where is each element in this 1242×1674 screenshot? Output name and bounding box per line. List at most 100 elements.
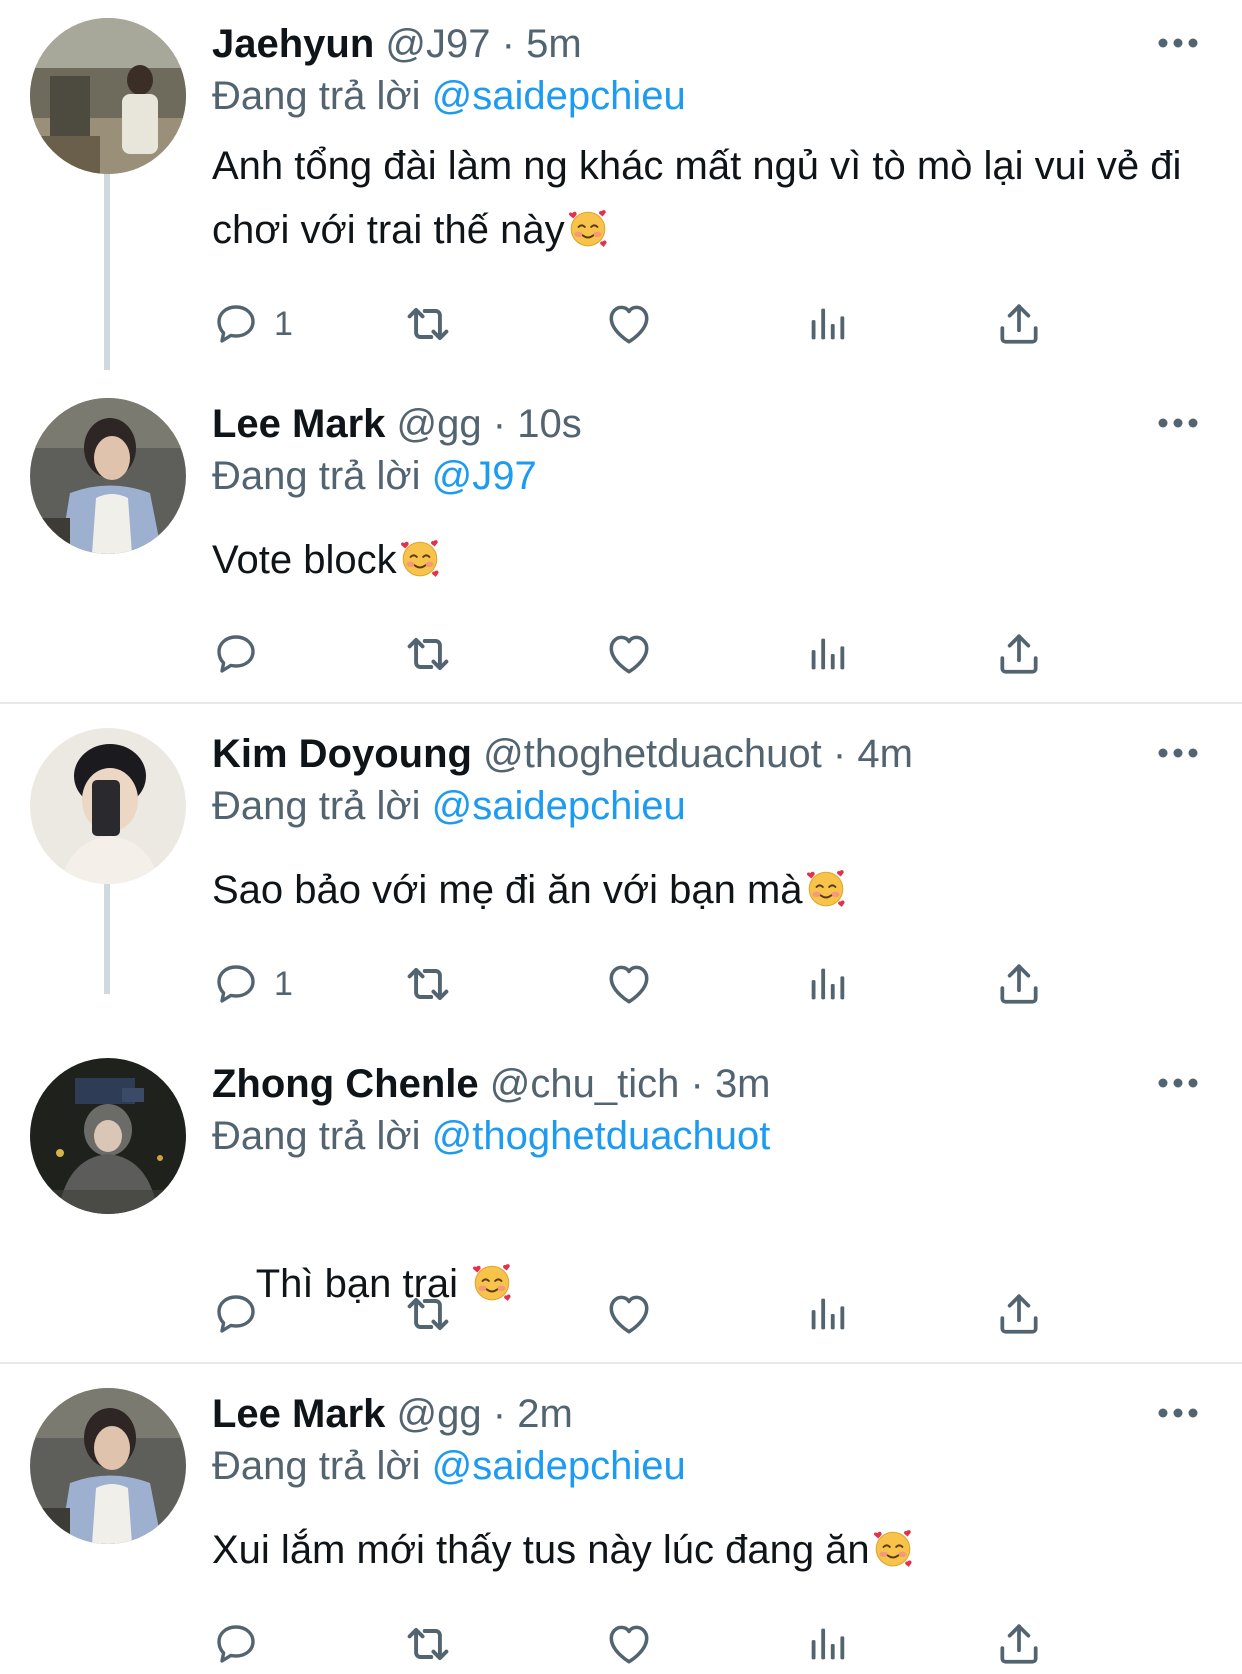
tweet-header: Lee Mark @gg · 2m: [212, 1390, 573, 1438]
share-button[interactable]: [994, 954, 1044, 1014]
avatar[interactable]: [30, 398, 186, 554]
action-bar: [212, 624, 1092, 684]
display-name[interactable]: Kim Doyoung: [212, 732, 472, 776]
timestamp[interactable]: 4m: [857, 732, 913, 776]
views-button[interactable]: [804, 1614, 850, 1674]
avatar[interactable]: [30, 18, 186, 174]
share-button[interactable]: [994, 624, 1044, 684]
timestamp[interactable]: 5m: [526, 22, 582, 66]
display-name[interactable]: Lee Mark: [212, 402, 385, 446]
views-button[interactable]: [804, 624, 850, 684]
divider: [0, 1362, 1242, 1364]
more-icon[interactable]: [1156, 1406, 1200, 1420]
action-bar: [212, 1284, 1092, 1344]
reply-mention[interactable]: @saidepchieu: [432, 784, 686, 828]
reply-button[interactable]: 1: [212, 954, 293, 1014]
retweet-button[interactable]: [402, 954, 454, 1014]
handle[interactable]: @gg: [397, 1392, 482, 1436]
like-icon: [604, 959, 654, 1009]
views-button[interactable]: [804, 1284, 850, 1344]
like-button[interactable]: [604, 1614, 654, 1674]
separator: ·: [492, 402, 507, 446]
like-button[interactable]: [604, 624, 654, 684]
more-icon[interactable]: [1156, 36, 1200, 50]
reply-button[interactable]: [212, 1614, 274, 1674]
avatar[interactable]: [30, 1388, 186, 1544]
tweet-header: Zhong Chenle @chu_tich · 3m: [212, 1060, 771, 1108]
reply-icon: [212, 300, 260, 348]
tweet-text: Sao bảo với mẹ đi ăn với bạn mà: [212, 858, 1212, 922]
share-icon: [994, 1619, 1044, 1669]
retweet-button[interactable]: [402, 624, 454, 684]
views-button[interactable]: [804, 954, 850, 1014]
more-icon[interactable]: [1156, 416, 1200, 430]
tweet[interactable]: Lee Mark @gg · 2m Đang trả lời @saidepch…: [0, 1370, 1242, 1663]
retweet-button[interactable]: [402, 1284, 454, 1344]
views-icon: [804, 961, 850, 1007]
reply-mention[interactable]: @saidepchieu: [432, 1444, 686, 1488]
smiling-face-with-hearts-icon: [872, 1527, 914, 1569]
like-icon: [604, 1289, 654, 1339]
like-button[interactable]: [604, 954, 654, 1014]
reply-count: 1: [274, 964, 293, 1003]
reply-count: 1: [274, 304, 293, 343]
tweet[interactable]: Kim Doyoung @thoghetduachuot · 4m Đang t…: [0, 710, 1242, 1032]
avatar[interactable]: [30, 728, 186, 884]
handle[interactable]: @J97: [385, 22, 490, 66]
tweet-text: Anh tổng đài làm ng khác mất ngủ vì tò m…: [212, 134, 1212, 262]
smiling-face-with-hearts-icon: [399, 537, 441, 579]
reply-mention[interactable]: @saidepchieu: [432, 74, 686, 118]
like-icon: [604, 629, 654, 679]
smiling-face-with-hearts-icon: [567, 207, 609, 249]
reply-icon: [212, 960, 260, 1008]
timestamp[interactable]: 3m: [715, 1062, 771, 1106]
share-button[interactable]: [994, 1284, 1044, 1344]
avatar[interactable]: [30, 1058, 186, 1214]
retweet-button[interactable]: [402, 1614, 454, 1674]
reply-prefix: Đang trả lời: [212, 1444, 421, 1488]
separator: ·: [492, 1392, 507, 1436]
views-icon: [804, 631, 850, 677]
timestamp[interactable]: 2m: [517, 1392, 573, 1436]
tweet-text: Xui lắm mới thấy tus này lúc đang ăn: [212, 1518, 1212, 1582]
tweet[interactable]: Lee Mark @gg · 10s Đang trả lời @J97 Vot…: [0, 380, 1242, 702]
tweet[interactable]: Jaehyun @J97 · 5m Đang trả lời @saidepch…: [0, 0, 1242, 380]
divider: [0, 702, 1242, 704]
separator: ·: [501, 22, 515, 66]
share-icon: [994, 629, 1044, 679]
handle[interactable]: @chu_tich: [490, 1062, 680, 1106]
tweet-header: Jaehyun @J97 · 5m: [212, 20, 582, 68]
reply-button[interactable]: [212, 1284, 274, 1344]
action-bar: 1: [212, 294, 1092, 354]
handle[interactable]: @gg: [397, 402, 482, 446]
tweet-text: Vote block: [212, 528, 1212, 592]
reply-mention[interactable]: @J97: [432, 454, 537, 498]
like-button[interactable]: [604, 1284, 654, 1344]
views-icon: [804, 301, 850, 347]
tweet-text-content: Sao bảo với mẹ đi ăn với bạn mà: [212, 868, 803, 912]
reply-prefix: Đang trả lời: [212, 1114, 421, 1158]
reply-button[interactable]: 1: [212, 294, 293, 354]
handle[interactable]: @thoghetduachuot: [483, 732, 822, 776]
views-button[interactable]: [804, 294, 850, 354]
share-button[interactable]: [994, 1614, 1044, 1674]
more-icon[interactable]: [1156, 746, 1200, 760]
tweet-text-content: Xui lắm mới thấy tus này lúc đang ăn: [212, 1528, 870, 1572]
display-name[interactable]: Lee Mark: [212, 1392, 385, 1436]
like-button[interactable]: [604, 294, 654, 354]
timestamp[interactable]: 10s: [517, 402, 582, 446]
retweet-button[interactable]: [402, 294, 454, 354]
more-icon[interactable]: [1156, 1076, 1200, 1090]
replying-to: Đang trả lời @saidepchieu: [212, 1442, 686, 1490]
tweet[interactable]: Zhong Chenle @chu_tich · 3m Đang trả lời…: [0, 1040, 1242, 1362]
share-button[interactable]: [994, 294, 1044, 354]
reply-button[interactable]: [212, 624, 274, 684]
action-bar: 1: [212, 954, 1092, 1014]
tweet-text-content: Anh tổng đài làm ng khác mất ngủ vì tò m…: [212, 144, 1182, 252]
retweet-icon: [402, 628, 454, 680]
reply-mention[interactable]: @thoghetduachuot: [432, 1114, 771, 1158]
display-name[interactable]: Jaehyun: [212, 22, 374, 66]
retweet-icon: [402, 1288, 454, 1340]
separator: ·: [690, 1062, 704, 1106]
display-name[interactable]: Zhong Chenle: [212, 1062, 479, 1106]
